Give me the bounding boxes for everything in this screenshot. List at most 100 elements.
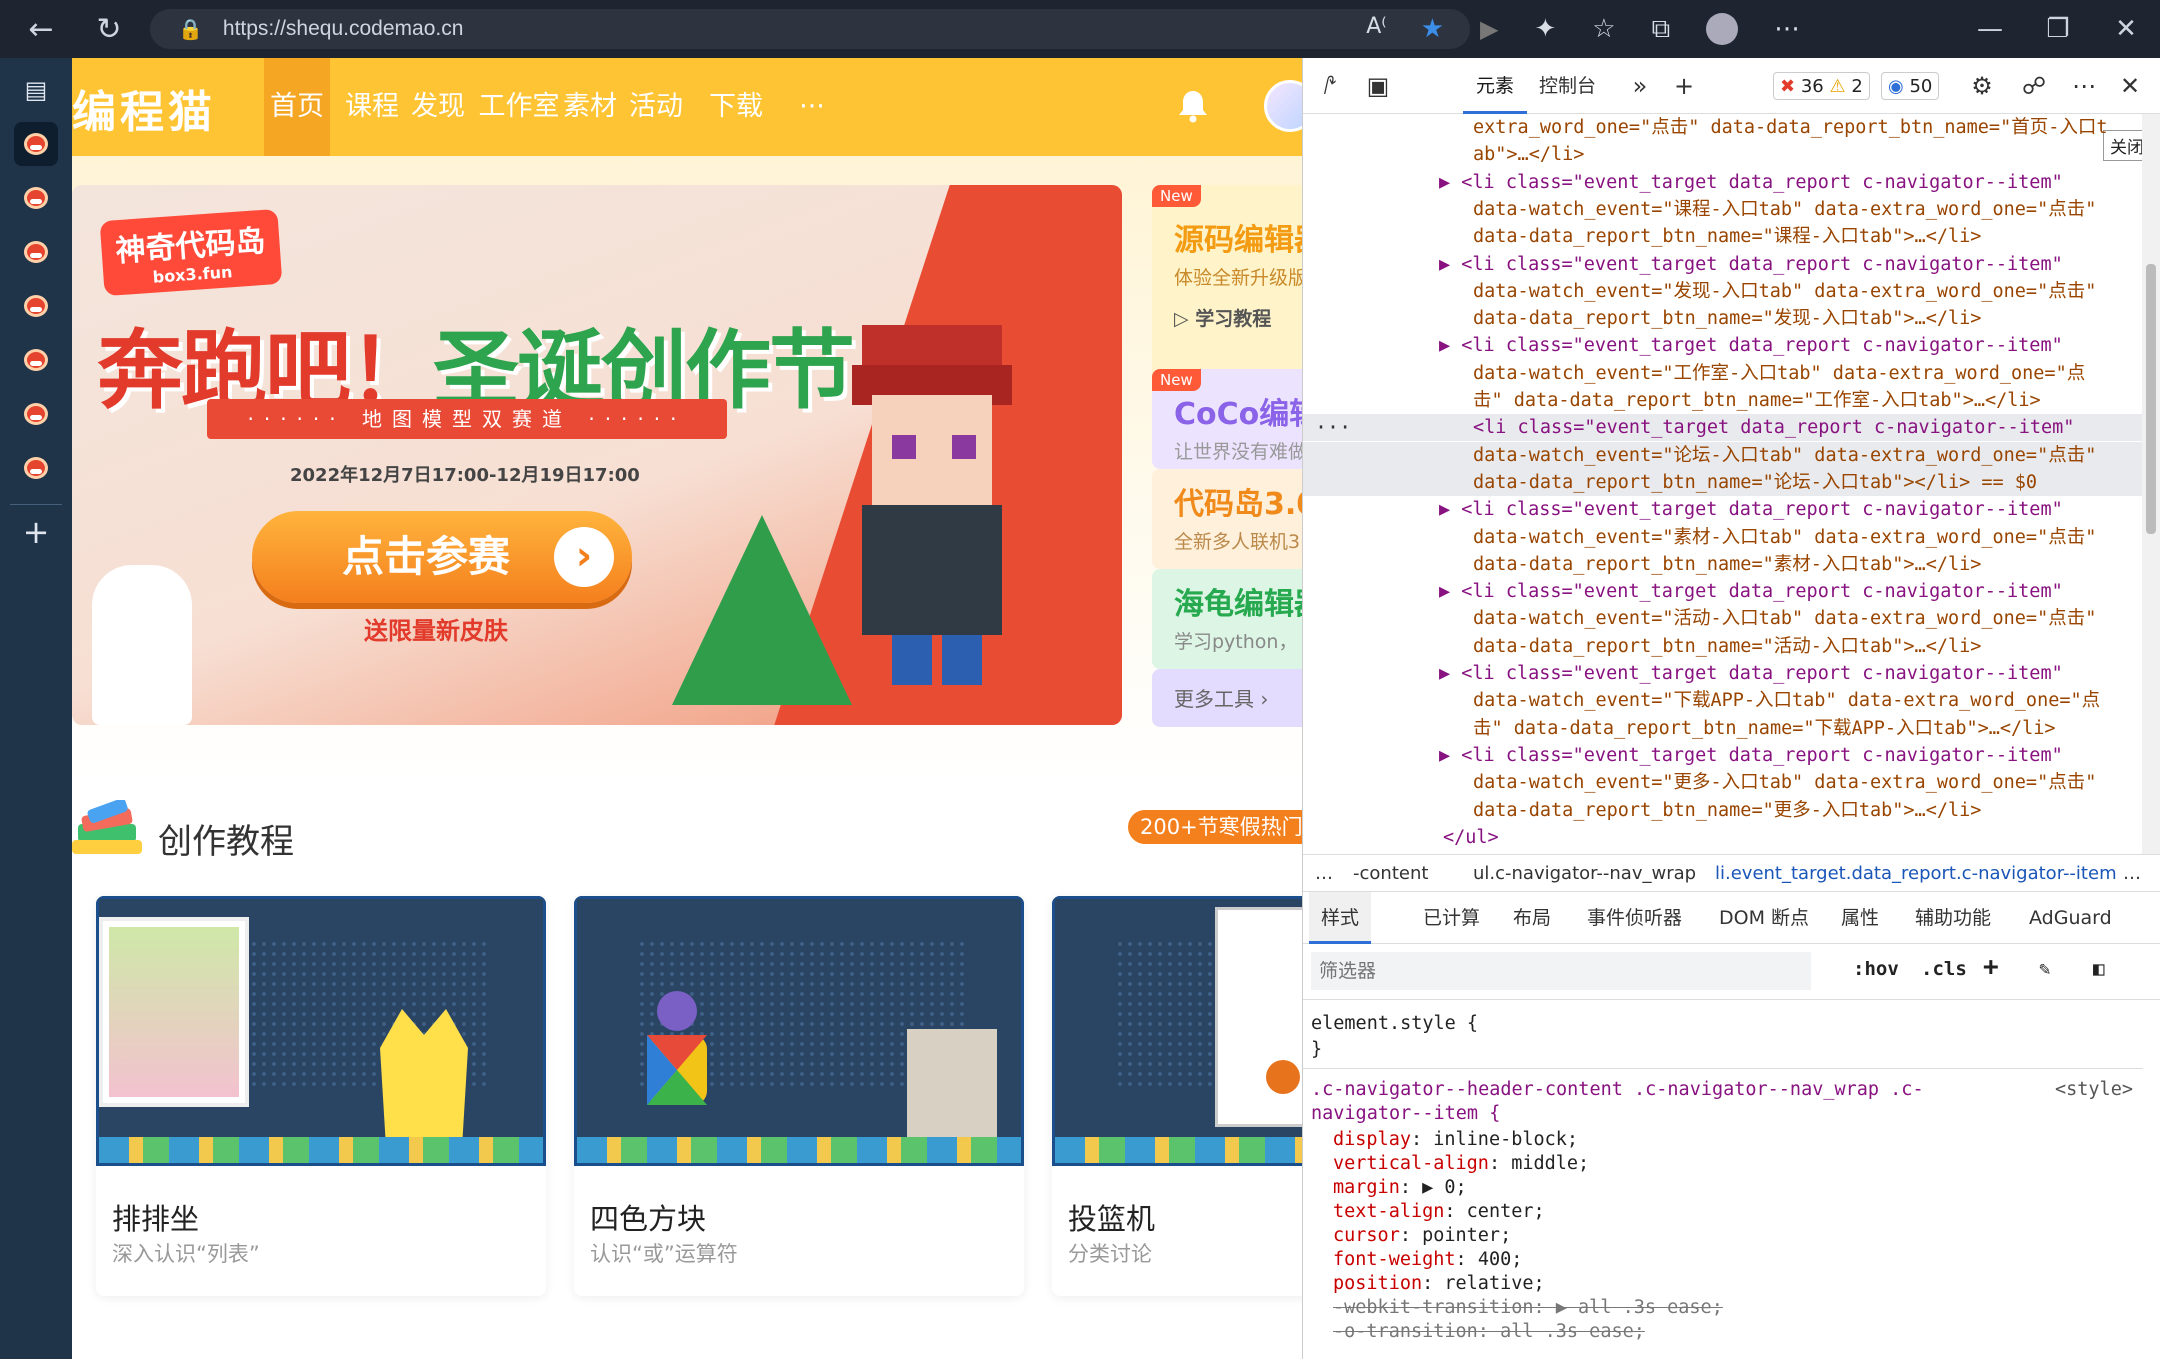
- nav-item-discover[interactable]: 发现: [408, 58, 468, 156]
- nav-item-activities[interactable]: 活动: [626, 58, 686, 156]
- device-emulation-icon[interactable]: ▣: [1363, 72, 1393, 100]
- tab-actions-icon[interactable]: ▤: [14, 68, 58, 112]
- profile-avatar-icon[interactable]: [1706, 13, 1739, 45]
- nav-item-studio[interactable]: 工作室: [474, 58, 564, 156]
- rule-selector-line1[interactable]: .c-navigator--header-content .c-navigato…: [1311, 1078, 1924, 1102]
- style-property[interactable]: text-align: center;: [1333, 1200, 1545, 1224]
- new-tab-plus-icon[interactable]: +: [14, 510, 58, 554]
- toggle-sidebar-icon[interactable]: ◧: [2093, 958, 2104, 980]
- style-property[interactable]: vertical-align: middle;: [1333, 1152, 1589, 1176]
- user-avatar[interactable]: [1264, 80, 1302, 132]
- dom-line[interactable]: data-data_report_btn_name="课程-入口tab">…</…: [1303, 223, 2143, 250]
- scrollbar-thumb[interactable]: [2146, 264, 2156, 534]
- dom-line[interactable]: data-data_report_btn_name="活动-入口tab">…</…: [1303, 633, 2143, 660]
- tab-item[interactable]: [14, 284, 58, 328]
- tab-console[interactable]: 控制台: [1539, 58, 1596, 114]
- property-name[interactable]: display: [1333, 1129, 1411, 1150]
- property-name[interactable]: font-weight: [1333, 1249, 1456, 1270]
- element-style-rule[interactable]: element.style {: [1311, 1012, 1478, 1036]
- dom-line[interactable]: data-watch_event="发现-入口tab" data-extra_w…: [1303, 278, 2143, 305]
- tutorial-card[interactable]: 排排坐 深入认识“列表”: [96, 896, 546, 1296]
- style-property[interactable]: font-weight: 400;: [1333, 1248, 1522, 1272]
- style-property[interactable]: -o-transition: all .3s ease;: [1333, 1320, 1645, 1344]
- hot-courses-badge[interactable]: 200+节寒假热门: [1128, 810, 1302, 844]
- more-tabs-icon[interactable]: »: [1625, 72, 1655, 100]
- tab-item[interactable]: [14, 230, 58, 274]
- tool-card-link[interactable]: ▷ 学习教程: [1152, 290, 1302, 331]
- tab-adguard[interactable]: AdGuard: [2029, 892, 2112, 944]
- tab-accessibility[interactable]: 辅助功能: [1915, 892, 1991, 944]
- url-text[interactable]: https://shequ.codemao.cn: [223, 17, 464, 41]
- read-aloud-icon[interactable]: A⁽: [1366, 14, 1386, 44]
- dom-line[interactable]: data-data_report_btn_name="更多-入口tab">…</…: [1303, 797, 2143, 824]
- dom-line[interactable]: 击" data-data_report_btn_name="工作室-入口tab"…: [1303, 387, 2143, 414]
- dom-line[interactable]: data-watch_event="素材-入口tab" data-extra_w…: [1303, 524, 2143, 551]
- property-value[interactable]: pointer;: [1422, 1225, 1511, 1246]
- nav-item-materials[interactable]: 素材: [560, 58, 620, 156]
- play-icon[interactable]: ▶: [1480, 15, 1498, 43]
- nav-item-courses[interactable]: 课程: [342, 58, 402, 156]
- tool-card-source-editor[interactable]: New 源码编辑器 体验全新升级版 ▷ 学习教程: [1152, 185, 1302, 399]
- property-value[interactable]: middle;: [1511, 1153, 1589, 1174]
- tutorial-card[interactable]: 四色方块 认识“或”运算符: [574, 896, 1024, 1296]
- error-count-badge[interactable]: ✖ 36 ⚠ 2: [1773, 72, 1870, 100]
- dom-line[interactable]: ▶ <li class="event_target data_report c-…: [1303, 578, 2143, 605]
- dom-line[interactable]: data-data_report_btn_name="发现-入口tab">…</…: [1303, 305, 2143, 332]
- dom-line[interactable]: data-watch_event="课程-入口tab" data-extra_w…: [1303, 196, 2143, 223]
- dom-line[interactable]: ▶ <li class="event_target data_report c-…: [1303, 496, 2143, 523]
- breadcrumb-item[interactable]: -content: [1353, 855, 1428, 893]
- add-tab-plus-icon[interactable]: +: [1669, 72, 1699, 100]
- new-style-rule-plus-icon[interactable]: +: [1983, 952, 1999, 982]
- inspect-element-icon[interactable]: ⭚: [1315, 72, 1345, 100]
- dom-line[interactable]: data-watch_event="活动-入口tab" data-extra_w…: [1303, 605, 2143, 632]
- dom-line[interactable]: ▶ <li class="event_target data_report c-…: [1303, 742, 2143, 769]
- style-property[interactable]: position: relative;: [1333, 1272, 1545, 1296]
- dom-line[interactable]: ▶ <li class="event_target data_report c-…: [1303, 251, 2143, 278]
- rule-selector-line2[interactable]: navigator--item {: [1311, 1102, 1500, 1126]
- dom-tree[interactable]: extra_word_one="点击" data-data_report_btn…: [1303, 114, 2143, 854]
- extensions-icon[interactable]: ✦: [1534, 14, 1556, 44]
- tab-layout[interactable]: 布局: [1513, 892, 1551, 944]
- info-count-badge[interactable]: ◉ 50: [1881, 72, 1940, 100]
- breadcrumb-item-current[interactable]: li.event_target.data_report.c-navigator-…: [1715, 855, 2117, 893]
- paint-brush-icon[interactable]: ✎: [2039, 958, 2050, 980]
- breadcrumb-ellipsis-end[interactable]: …: [2123, 855, 2141, 893]
- more-menu-icon[interactable]: ⋯: [1774, 14, 1800, 44]
- style-property[interactable]: margin: ▶ 0;: [1333, 1176, 1467, 1200]
- tool-card-code-island[interactable]: 代码岛3.0 全新多人联机3D: [1152, 469, 1302, 569]
- property-name[interactable]: -webkit-transition: [1333, 1297, 1533, 1318]
- style-property[interactable]: cursor: pointer;: [1333, 1224, 1511, 1248]
- style-property[interactable]: -webkit-transition: ▶ all .3s ease;: [1333, 1296, 1723, 1320]
- property-value[interactable]: 400;: [1478, 1249, 1523, 1270]
- property-name[interactable]: text-align: [1333, 1201, 1444, 1222]
- property-name[interactable]: vertical-align: [1333, 1153, 1489, 1174]
- dom-line[interactable]: </ul>: [1303, 824, 2143, 851]
- join-contest-button[interactable]: 点击参赛 ›: [252, 511, 632, 603]
- tool-card-coco[interactable]: New CoCo编辑器 让世界没有难做的应用: [1152, 369, 1302, 469]
- connected-icon[interactable]: ☍: [2019, 72, 2049, 100]
- dom-line[interactable]: ▶ <li class="event_target data_report c-…: [1303, 660, 2143, 687]
- dom-line[interactable]: data-watch_event="更多-入口tab" data-extra_w…: [1303, 769, 2143, 796]
- more-tools-link[interactable]: 更多工具 ›: [1152, 669, 1302, 727]
- hov-toggle-button[interactable]: :hov: [1853, 958, 1899, 980]
- address-bar[interactable]: 🔒 https://shequ.codemao.cn A⁽ ★: [150, 9, 1470, 49]
- hero-banner[interactable]: 神奇代码岛 box3.fun 奔跑吧！圣诞创作节 ······ 地图模型双赛道 ·…: [72, 185, 1122, 725]
- tab-item[interactable]: [14, 338, 58, 382]
- breadcrumb-item[interactable]: ul.c-navigator--nav_wrap: [1473, 855, 1696, 893]
- nav-item-home[interactable]: 首页: [264, 58, 330, 156]
- more-options-icon[interactable]: ⋯: [2069, 72, 2099, 100]
- dom-line-ellipsis-icon[interactable]: ···: [1315, 414, 1351, 441]
- dom-line-selected[interactable]: data-data_report_btn_name="论坛-入口tab"></l…: [1303, 468, 2143, 496]
- property-value[interactable]: ▶ 0;: [1422, 1177, 1467, 1198]
- tab-event-listeners[interactable]: 事件侦听器: [1587, 892, 1682, 944]
- property-value[interactable]: inline-block;: [1433, 1129, 1578, 1150]
- property-value[interactable]: center;: [1467, 1201, 1545, 1222]
- dom-line[interactable]: ▶ <li class="event_target data_report c-…: [1303, 332, 2143, 359]
- restore-icon[interactable]: ❐: [2024, 0, 2092, 58]
- tab-elements[interactable]: 元素: [1463, 58, 1527, 114]
- close-devtools-icon[interactable]: ✕: [2115, 72, 2145, 100]
- refresh-icon[interactable]: ↻: [84, 4, 134, 54]
- property-name[interactable]: -o-transition: [1333, 1321, 1478, 1342]
- tab-styles[interactable]: 样式: [1309, 892, 1372, 944]
- dom-line[interactable]: 击" data-data_report_btn_name="下载APP-入口ta…: [1303, 715, 2143, 742]
